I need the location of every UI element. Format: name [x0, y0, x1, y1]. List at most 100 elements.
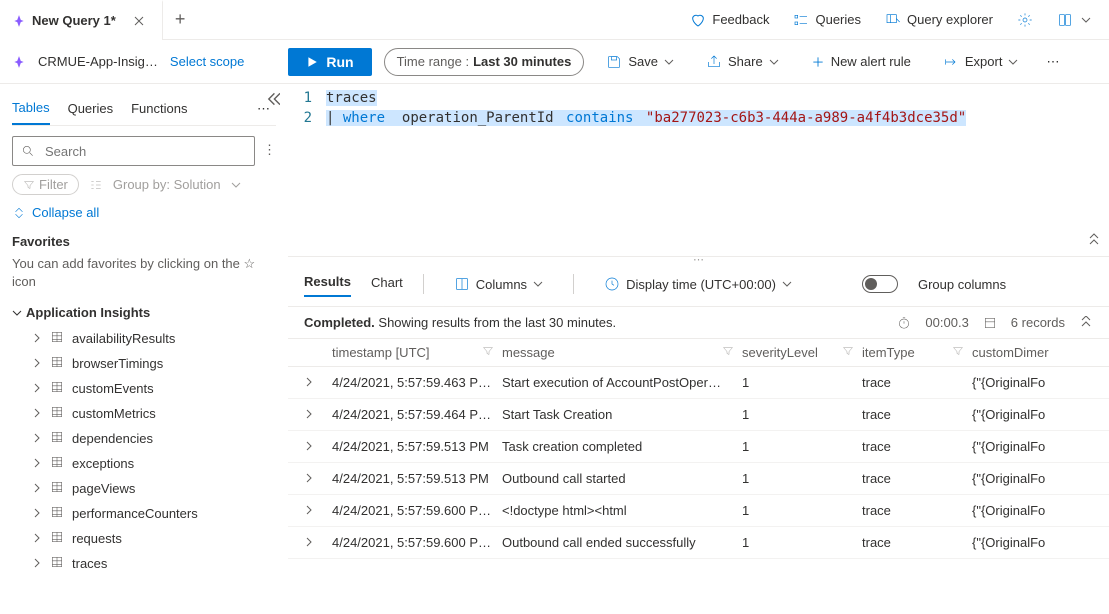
share-button[interactable]: Share: [696, 48, 789, 76]
table-icon: [50, 455, 64, 472]
select-scope-link[interactable]: Select scope: [170, 54, 244, 69]
filter-icon[interactable]: [952, 345, 964, 360]
filter-button[interactable]: Filter: [12, 174, 79, 195]
collapse-all-button[interactable]: Collapse all: [12, 205, 276, 220]
table-icon: [50, 355, 64, 372]
plus-icon: [811, 55, 825, 69]
tab-chart[interactable]: Chart: [371, 273, 403, 296]
tree-item[interactable]: performanceCounters: [12, 501, 276, 526]
tab-tables[interactable]: Tables: [12, 92, 50, 125]
table-row[interactable]: 4/24/2021, 5:57:59.513 PMTask creation c…: [288, 431, 1109, 463]
chevron-down-icon: [782, 279, 792, 289]
expand-row-button[interactable]: [304, 407, 332, 422]
search-menu[interactable]: ⋮: [263, 142, 276, 158]
tab-title: New Query 1*: [32, 13, 116, 28]
collapse-sidebar-button[interactable]: [266, 92, 280, 109]
col-timestamp[interactable]: timestamp [UTC]: [332, 345, 430, 360]
filter-icon[interactable]: [482, 345, 494, 360]
filter-icon[interactable]: [722, 345, 734, 360]
filter-icon[interactable]: [842, 345, 854, 360]
table-row[interactable]: 4/24/2021, 5:57:59.464 P…Start Task Crea…: [288, 399, 1109, 431]
tree-item[interactable]: customMetrics: [12, 401, 276, 426]
col-custom[interactable]: customDimer: [972, 345, 1049, 360]
more-button[interactable]: ⋯: [1040, 48, 1065, 76]
chevron-down-icon: [1008, 57, 1018, 67]
time-range-button[interactable]: Time range : Last 30 minutes: [384, 48, 585, 76]
display-time-button[interactable]: Display time (UTC+00:00): [594, 270, 802, 298]
close-icon[interactable]: [134, 16, 150, 26]
tree-item[interactable]: exceptions: [12, 451, 276, 476]
search-input[interactable]: [43, 143, 246, 160]
tree-item-label: dependencies: [72, 431, 153, 446]
query-tab[interactable]: New Query 1*: [0, 0, 163, 40]
expand-all-icon[interactable]: [1079, 316, 1093, 330]
tree-item-label: performanceCounters: [72, 506, 198, 521]
favorites-heading: Favorites: [12, 234, 276, 249]
group-columns-toggle[interactable]: [862, 275, 898, 293]
run-button[interactable]: Run: [288, 48, 371, 76]
chevron-down-icon: [1081, 15, 1091, 25]
tree-item-label: exceptions: [72, 456, 134, 471]
resource-icon: [12, 55, 26, 69]
help-button[interactable]: [1047, 6, 1101, 34]
export-button[interactable]: Export: [933, 48, 1029, 76]
table-row[interactable]: 4/24/2021, 5:57:59.600 P…Outbound call e…: [288, 527, 1109, 559]
tree-root[interactable]: Application Insights: [12, 305, 276, 320]
queries-button[interactable]: Queries: [783, 6, 871, 34]
table-icon: [50, 530, 64, 547]
table-icon: [50, 380, 64, 397]
clock-icon: [604, 276, 620, 292]
expand-row-button[interactable]: [304, 439, 332, 454]
col-itemtype[interactable]: itemType: [862, 345, 915, 360]
chevron-right-icon: [32, 481, 42, 496]
tree-item[interactable]: customEvents: [12, 376, 276, 401]
columns-icon: [454, 276, 470, 292]
settings-button[interactable]: [1007, 6, 1043, 34]
tab-queries[interactable]: Queries: [68, 93, 114, 124]
expand-row-button[interactable]: [304, 375, 332, 390]
new-tab-button[interactable]: +: [163, 9, 198, 30]
duration: 00:00.3: [925, 315, 968, 330]
tree-item[interactable]: traces: [12, 551, 276, 576]
feedback-button[interactable]: Feedback: [680, 6, 779, 34]
chevron-down-icon: [769, 57, 779, 67]
group-by-button[interactable]: Group by: Solution: [113, 177, 221, 192]
table-row[interactable]: 4/24/2021, 5:57:59.600 P…<!doctype html>…: [288, 495, 1109, 527]
query-editor[interactable]: 12 traces | where operation_ParentId con…: [288, 84, 1109, 256]
tree-item-label: pageViews: [72, 481, 135, 496]
table-icon: [50, 555, 64, 572]
expand-row-button[interactable]: [304, 503, 332, 518]
query-explorer-button[interactable]: Query explorer: [875, 6, 1003, 34]
columns-button[interactable]: Columns: [444, 270, 553, 298]
expand-editor-button[interactable]: [1087, 232, 1101, 250]
chevron-down-icon: [231, 180, 241, 190]
expand-row-button[interactable]: [304, 535, 332, 550]
col-severity[interactable]: severityLevel: [742, 345, 818, 360]
share-icon: [706, 54, 722, 70]
tree-item[interactable]: availabilityResults: [12, 326, 276, 351]
chevron-right-icon: [32, 356, 42, 371]
tree-item[interactable]: dependencies: [12, 426, 276, 451]
collapse-icon: [12, 206, 26, 220]
new-alert-button[interactable]: New alert rule: [801, 48, 921, 75]
tab-functions[interactable]: Functions: [131, 93, 187, 124]
export-icon: [943, 54, 959, 70]
tree-item-label: traces: [72, 556, 107, 571]
search-input-wrap[interactable]: [12, 136, 255, 166]
table-row[interactable]: 4/24/2021, 5:57:59.463 P…Start execution…: [288, 367, 1109, 399]
line-gutter: 12: [288, 84, 320, 256]
chevron-right-icon: [32, 331, 42, 346]
save-icon: [606, 54, 622, 70]
tree-item[interactable]: browserTimings: [12, 351, 276, 376]
tree-item[interactable]: requests: [12, 526, 276, 551]
col-message[interactable]: message: [502, 345, 555, 360]
expand-row-button[interactable]: [304, 471, 332, 486]
tab-results[interactable]: Results: [304, 272, 351, 297]
records-count: 6 records: [1011, 315, 1065, 330]
save-button[interactable]: Save: [596, 48, 684, 76]
chevron-right-icon: [32, 381, 42, 396]
chevron-down-icon: [533, 279, 543, 289]
table-icon: [50, 480, 64, 497]
table-row[interactable]: 4/24/2021, 5:57:59.513 PMOutbound call s…: [288, 463, 1109, 495]
tree-item[interactable]: pageViews: [12, 476, 276, 501]
